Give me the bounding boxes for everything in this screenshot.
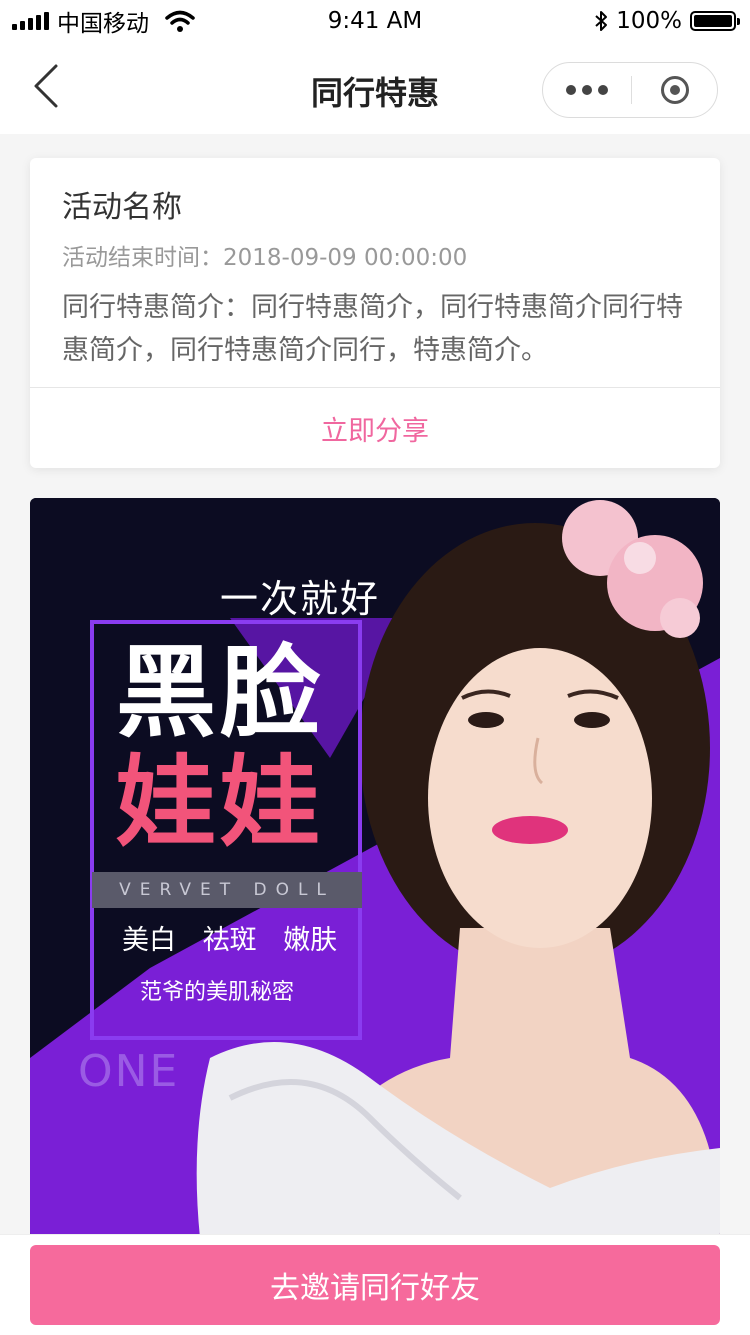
poster-title-line2: 娃娃: [116, 744, 324, 861]
battery-icon: [690, 11, 740, 31]
battery-percent: 100%: [616, 8, 682, 34]
close-mini-program-icon[interactable]: [632, 63, 717, 117]
poster-brand: ONE: [78, 1046, 180, 1097]
share-now-button[interactable]: 立即分享: [30, 388, 720, 468]
status-bar: 中国移动 9:41 AM 100%: [0, 0, 750, 42]
activity-name: 活动名称: [62, 190, 182, 225]
invite-peers-button[interactable]: 去邀请同行好友: [30, 1245, 720, 1325]
activity-end-time: 活动结束时间：2018-09-09 00:00:00: [62, 238, 467, 272]
nav-bar: 同行特惠: [0, 42, 750, 134]
activity-intro: 同行特惠简介：同行特惠简介，同行特惠简介同行特惠简介，同行特惠简介同行，特惠简介…: [62, 292, 683, 366]
poster-tags: 美白 祛斑 嫩肤: [122, 925, 338, 956]
poster-english-name: VERVET DOLL: [92, 872, 362, 908]
end-time-value: 2018-09-09 00:00:00: [223, 245, 468, 271]
promo-poster-image: 一次就好 黑脸 娃娃 VERVET DOLL 美白 祛斑 嫩肤 范爷的美肌秘密 …: [30, 498, 720, 1238]
mini-program-capsule: [542, 62, 718, 118]
bluetooth-icon: [595, 11, 608, 31]
activity-card: 活动名称 活动结束时间：2018-09-09 00:00:00 同行特惠简介：同…: [30, 158, 720, 468]
poster-title-line1: 黑脸: [116, 634, 324, 751]
more-options-icon[interactable]: [543, 63, 631, 117]
end-time-label: 活动结束时间：: [62, 245, 223, 271]
poster-subtitle: 范爷的美肌秘密: [140, 980, 295, 1005]
bottom-action-bar: 去邀请同行好友: [0, 1234, 750, 1335]
poster-slogan: 一次就好: [220, 577, 381, 621]
